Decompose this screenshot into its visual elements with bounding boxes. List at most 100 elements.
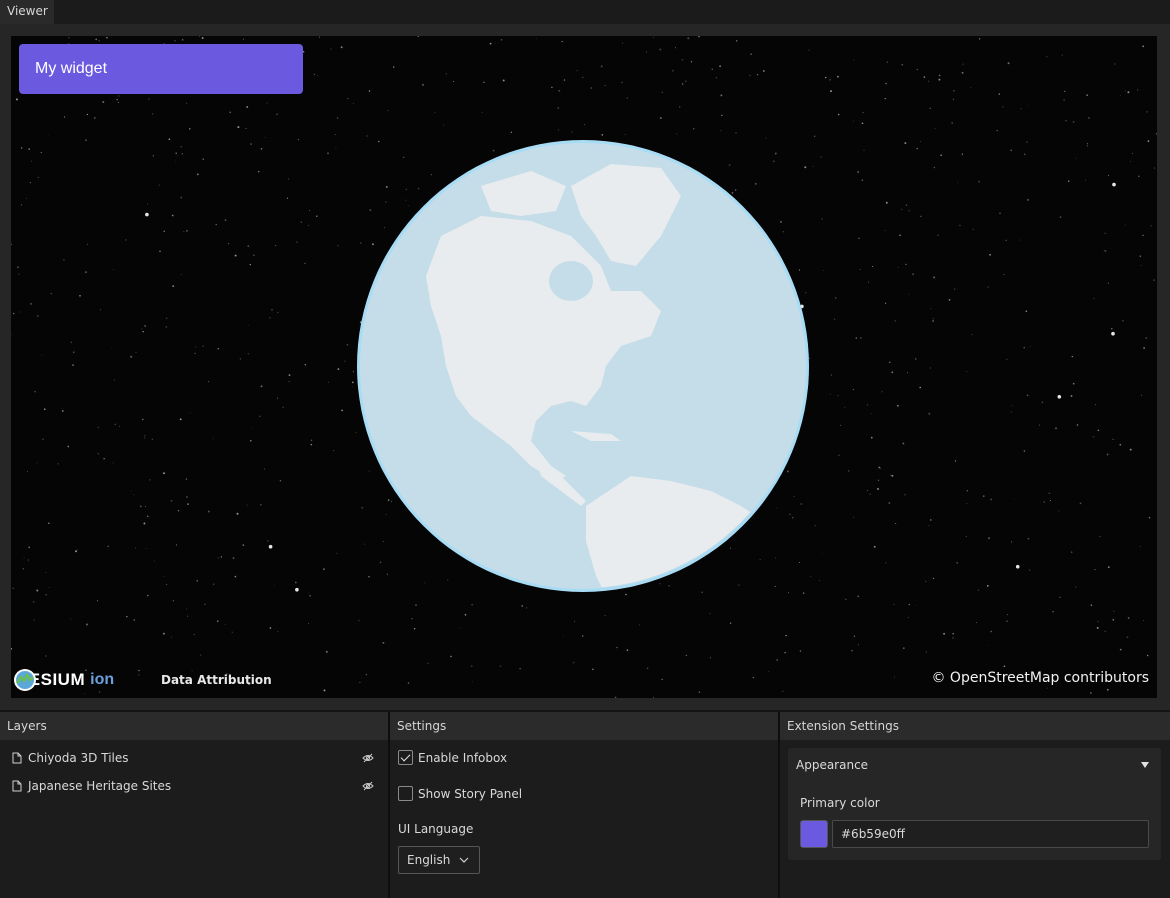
star <box>415 604 417 606</box>
star <box>897 404 899 407</box>
collapse-caret-icon[interactable] <box>1141 762 1149 768</box>
primary-color-input[interactable] <box>832 820 1149 848</box>
star <box>592 668 594 671</box>
layer-label: Japanese Heritage Sites <box>28 779 172 793</box>
star <box>1093 297 1095 300</box>
star <box>750 53 752 55</box>
star <box>833 318 836 320</box>
star <box>873 545 876 548</box>
star <box>1041 401 1043 403</box>
star <box>49 586 51 588</box>
star <box>1026 394 1029 397</box>
star <box>368 576 370 578</box>
star <box>798 561 800 564</box>
star <box>1005 239 1007 241</box>
star <box>179 418 182 421</box>
star <box>22 567 25 570</box>
star <box>355 431 357 433</box>
star <box>932 320 934 322</box>
my-widget[interactable]: My widget <box>19 44 303 94</box>
star <box>1076 424 1079 426</box>
enable-infobox-checkbox[interactable] <box>398 750 413 765</box>
star <box>893 676 896 678</box>
star <box>1140 264 1142 266</box>
star <box>1142 234 1144 237</box>
star <box>1029 345 1031 347</box>
tab-viewer[interactable]: Viewer <box>0 0 54 24</box>
star <box>998 93 1000 95</box>
star <box>368 470 370 472</box>
star <box>481 111 483 113</box>
eye-slash-icon[interactable] <box>362 752 374 764</box>
star <box>139 505 142 508</box>
appearance-section-title[interactable]: Appearance <box>796 758 868 772</box>
star <box>1088 117 1090 119</box>
star <box>40 151 42 154</box>
eye-slash-icon[interactable] <box>362 780 374 792</box>
star <box>776 659 778 661</box>
star <box>267 540 269 542</box>
star <box>835 297 837 299</box>
star <box>340 46 343 49</box>
data-attribution-link[interactable]: Data Attribution <box>161 673 272 687</box>
star <box>392 66 395 68</box>
star <box>1097 429 1100 432</box>
star <box>885 82 887 85</box>
star <box>459 627 461 629</box>
star <box>601 134 604 136</box>
layer-item-chiyoda[interactable]: Chiyoda 3D Tiles <box>12 750 374 766</box>
star <box>803 592 805 594</box>
star <box>1046 687 1048 689</box>
star <box>1104 250 1107 252</box>
star <box>736 40 738 42</box>
star <box>152 155 154 157</box>
star <box>11 243 13 246</box>
layer-item-heritage[interactable]: Japanese Heritage Sites <box>12 778 374 794</box>
ui-language-select[interactable]: English <box>398 846 480 874</box>
star <box>204 603 206 605</box>
star <box>906 372 908 374</box>
star <box>986 585 989 587</box>
star <box>979 38 981 40</box>
star <box>990 630 993 633</box>
star <box>499 665 502 668</box>
show-story-panel-option[interactable]: Show Story Panel <box>398 786 522 801</box>
star <box>189 412 191 414</box>
star <box>904 493 906 496</box>
star <box>358 619 360 622</box>
star <box>755 183 757 185</box>
star <box>966 489 969 492</box>
star <box>212 438 214 440</box>
star <box>1143 620 1145 622</box>
star <box>902 442 905 445</box>
star <box>1146 111 1148 113</box>
file-icon <box>12 780 22 792</box>
star <box>983 495 985 497</box>
star <box>20 147 23 149</box>
star <box>369 209 372 212</box>
globe-viewport[interactable]: My widget CESIUM ion Data Attribution © … <box>11 36 1157 698</box>
star <box>489 42 492 45</box>
star <box>978 180 981 183</box>
primary-color-swatch[interactable] <box>800 820 828 848</box>
star <box>181 39 184 41</box>
star <box>1048 492 1050 494</box>
star <box>929 367 931 369</box>
star <box>871 265 874 268</box>
star <box>987 286 989 288</box>
star <box>1104 232 1106 234</box>
star <box>70 618 72 620</box>
star <box>676 133 678 135</box>
star <box>216 620 219 623</box>
enable-infobox-option[interactable]: Enable Infobox <box>398 750 507 765</box>
show-story-panel-checkbox[interactable] <box>398 786 413 801</box>
star <box>430 174 433 176</box>
star <box>1127 617 1130 619</box>
star <box>1070 394 1073 397</box>
star <box>142 330 144 333</box>
cesium-ion-logo[interactable]: CESIUM ion <box>13 668 114 692</box>
star <box>86 243 89 245</box>
star <box>31 160 33 162</box>
star <box>41 354 43 356</box>
star <box>379 561 382 564</box>
